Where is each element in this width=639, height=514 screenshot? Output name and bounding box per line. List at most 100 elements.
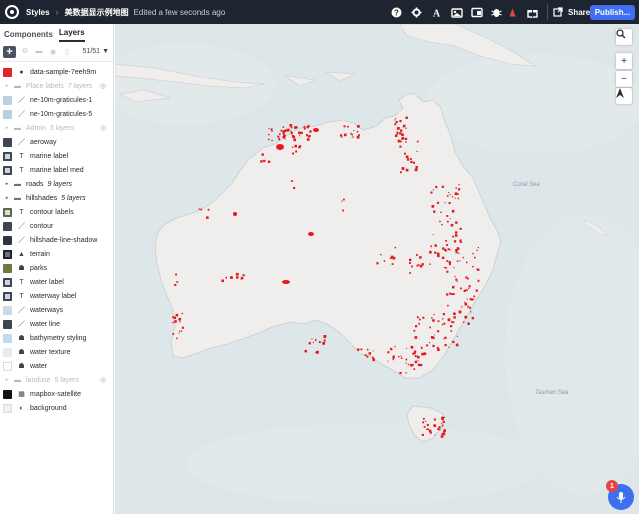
layer-row[interactable]: ◐ background [0, 401, 113, 415]
compass-north-button[interactable] [616, 88, 632, 104]
data-point [343, 125, 346, 128]
data-point [315, 351, 317, 354]
mapbox-logo-icon[interactable] [5, 5, 19, 19]
map-view[interactable]: Coral Sea Tasman Sea [115, 24, 639, 514]
help-icon[interactable]: ? [388, 4, 405, 20]
layer-row[interactable]: ／ water line [0, 317, 113, 331]
data-point [423, 352, 427, 356]
publish-button[interactable]: Publish... [590, 5, 635, 20]
expand-caret-icon[interactable]: ▸ [3, 83, 11, 89]
layer-row[interactable]: ／ waterways [0, 303, 113, 317]
font-icon[interactable]: A [428, 4, 445, 20]
data-point [442, 313, 445, 316]
layer-row[interactable]: ／ ne-10m-graticules-5 [0, 107, 113, 121]
layer-row[interactable]: ／ hillshade-line-shadow [0, 233, 113, 247]
search-button[interactable] [616, 29, 632, 45]
images-icon[interactable] [448, 4, 465, 20]
data-point [282, 130, 285, 133]
data-point [466, 298, 468, 300]
data-point [401, 167, 405, 170]
layer-row[interactable]: ▲ terrain [0, 247, 113, 261]
layer-row[interactable]: ☗ bathymetry styling [0, 331, 113, 345]
data-point [280, 129, 283, 132]
layer-group-row[interactable]: ▸ ▬ hillshades 5 layers [0, 191, 113, 205]
zoom-out-button[interactable]: − [616, 71, 632, 87]
fill-icon: ☗ [18, 363, 25, 370]
data-point [235, 273, 237, 275]
data-point [451, 209, 455, 213]
data-point [444, 336, 447, 339]
layer-group-row[interactable]: ▸ ▬ landuse 5 layers ◎ [0, 373, 113, 387]
gift-icon[interactable] [524, 4, 541, 20]
add-layer-button[interactable]: + [3, 45, 16, 58]
delete-trash-icon[interactable]: ▯ [62, 47, 72, 57]
tab-layers[interactable]: Layers [58, 28, 85, 42]
layer-group-row[interactable]: ▸ ▬ roads 9 layers [0, 177, 113, 191]
layer-group-row[interactable]: ▸ ▬ Admin 5 layers ◎ [0, 121, 113, 135]
data-point [468, 285, 471, 288]
layer-name: water [30, 362, 48, 370]
data-point [422, 316, 425, 319]
layer-row[interactable]: ☗ parks [0, 261, 113, 275]
layer-row[interactable]: Twaterway label [0, 289, 113, 303]
fill-icon: ☗ [18, 265, 25, 272]
filter-icon[interactable]: ▼ [102, 48, 109, 55]
expand-caret-icon[interactable]: ▸ [3, 125, 11, 131]
hidden-eye-icon[interactable]: ◎ [100, 82, 106, 90]
layer-row[interactable]: ／ contour [0, 219, 113, 233]
layer-row[interactable]: Tmarine label med [0, 163, 113, 177]
layout-icon[interactable] [468, 4, 485, 20]
breadcrumb: Styles › 美数据显示例地图 Edited a few seconds a… [19, 7, 225, 18]
data-point [433, 418, 436, 421]
layer-group-row[interactable]: ▸ ▬ Place labels 7 layers ◎ [0, 79, 113, 93]
line-icon: ／ [18, 321, 25, 328]
data-point [298, 146, 301, 149]
layer-row[interactable]: ▦ mapbox-satellite [0, 387, 113, 401]
data-point [464, 301, 466, 303]
map-canvas[interactable]: Coral Sea Tasman Sea + − [115, 24, 639, 514]
layer-row[interactable]: ☗ water [0, 359, 113, 373]
data-point-cluster [308, 232, 314, 236]
data-point [291, 146, 294, 148]
layer-row[interactable]: Tmarine label [0, 149, 113, 163]
layer-row[interactable]: Twater label [0, 275, 113, 289]
data-point [181, 312, 183, 315]
data-point [439, 220, 441, 223]
group-folder-icon[interactable]: ▬ [34, 47, 44, 57]
hidden-eye-icon[interactable]: ◎ [100, 124, 106, 132]
data-point [419, 256, 422, 259]
hidden-eye-icon[interactable]: ◎ [100, 376, 106, 384]
layer-row[interactable]: ／ ne-10m-graticules-1 [0, 93, 113, 107]
data-point [405, 362, 407, 364]
warning-icon[interactable] [504, 4, 521, 20]
data-point [428, 429, 432, 433]
data-point [344, 133, 347, 137]
layer-row[interactable]: ☗ water texture [0, 345, 113, 359]
debug-bug-icon[interactable] [488, 4, 505, 20]
layer-row[interactable]: Tcontour labels [0, 205, 113, 219]
visibility-icon[interactable]: ◉ [48, 47, 58, 57]
data-point [387, 351, 390, 354]
data-point [175, 313, 179, 317]
zoom-in-button[interactable]: + [616, 53, 632, 69]
data-point [458, 188, 461, 191]
breadcrumb-styles-link[interactable]: Styles [26, 8, 50, 17]
layer-name: hillshades [26, 194, 58, 202]
expand-caret-icon[interactable]: ▸ [3, 377, 11, 383]
duplicate-icon[interactable]: ⧉ [20, 47, 30, 57]
data-point [303, 126, 306, 128]
data-point [452, 196, 454, 198]
style-title[interactable]: 美数据显示例地图 [65, 7, 129, 18]
tab-components[interactable]: Components [4, 30, 53, 42]
data-point [430, 191, 433, 194]
data-point [441, 424, 444, 427]
data-point [434, 251, 437, 254]
layer-row[interactable]: ● data-sample-7eeh9m [0, 65, 113, 79]
data-point [453, 293, 455, 295]
settings-gear-icon[interactable] [408, 4, 425, 20]
expand-caret-icon[interactable]: ▸ [3, 195, 11, 201]
notification-badge[interactable]: 1 [606, 480, 618, 492]
data-point [466, 289, 468, 291]
expand-caret-icon[interactable]: ▸ [3, 181, 11, 187]
layer-row[interactable]: ／ aeroway [0, 135, 113, 149]
